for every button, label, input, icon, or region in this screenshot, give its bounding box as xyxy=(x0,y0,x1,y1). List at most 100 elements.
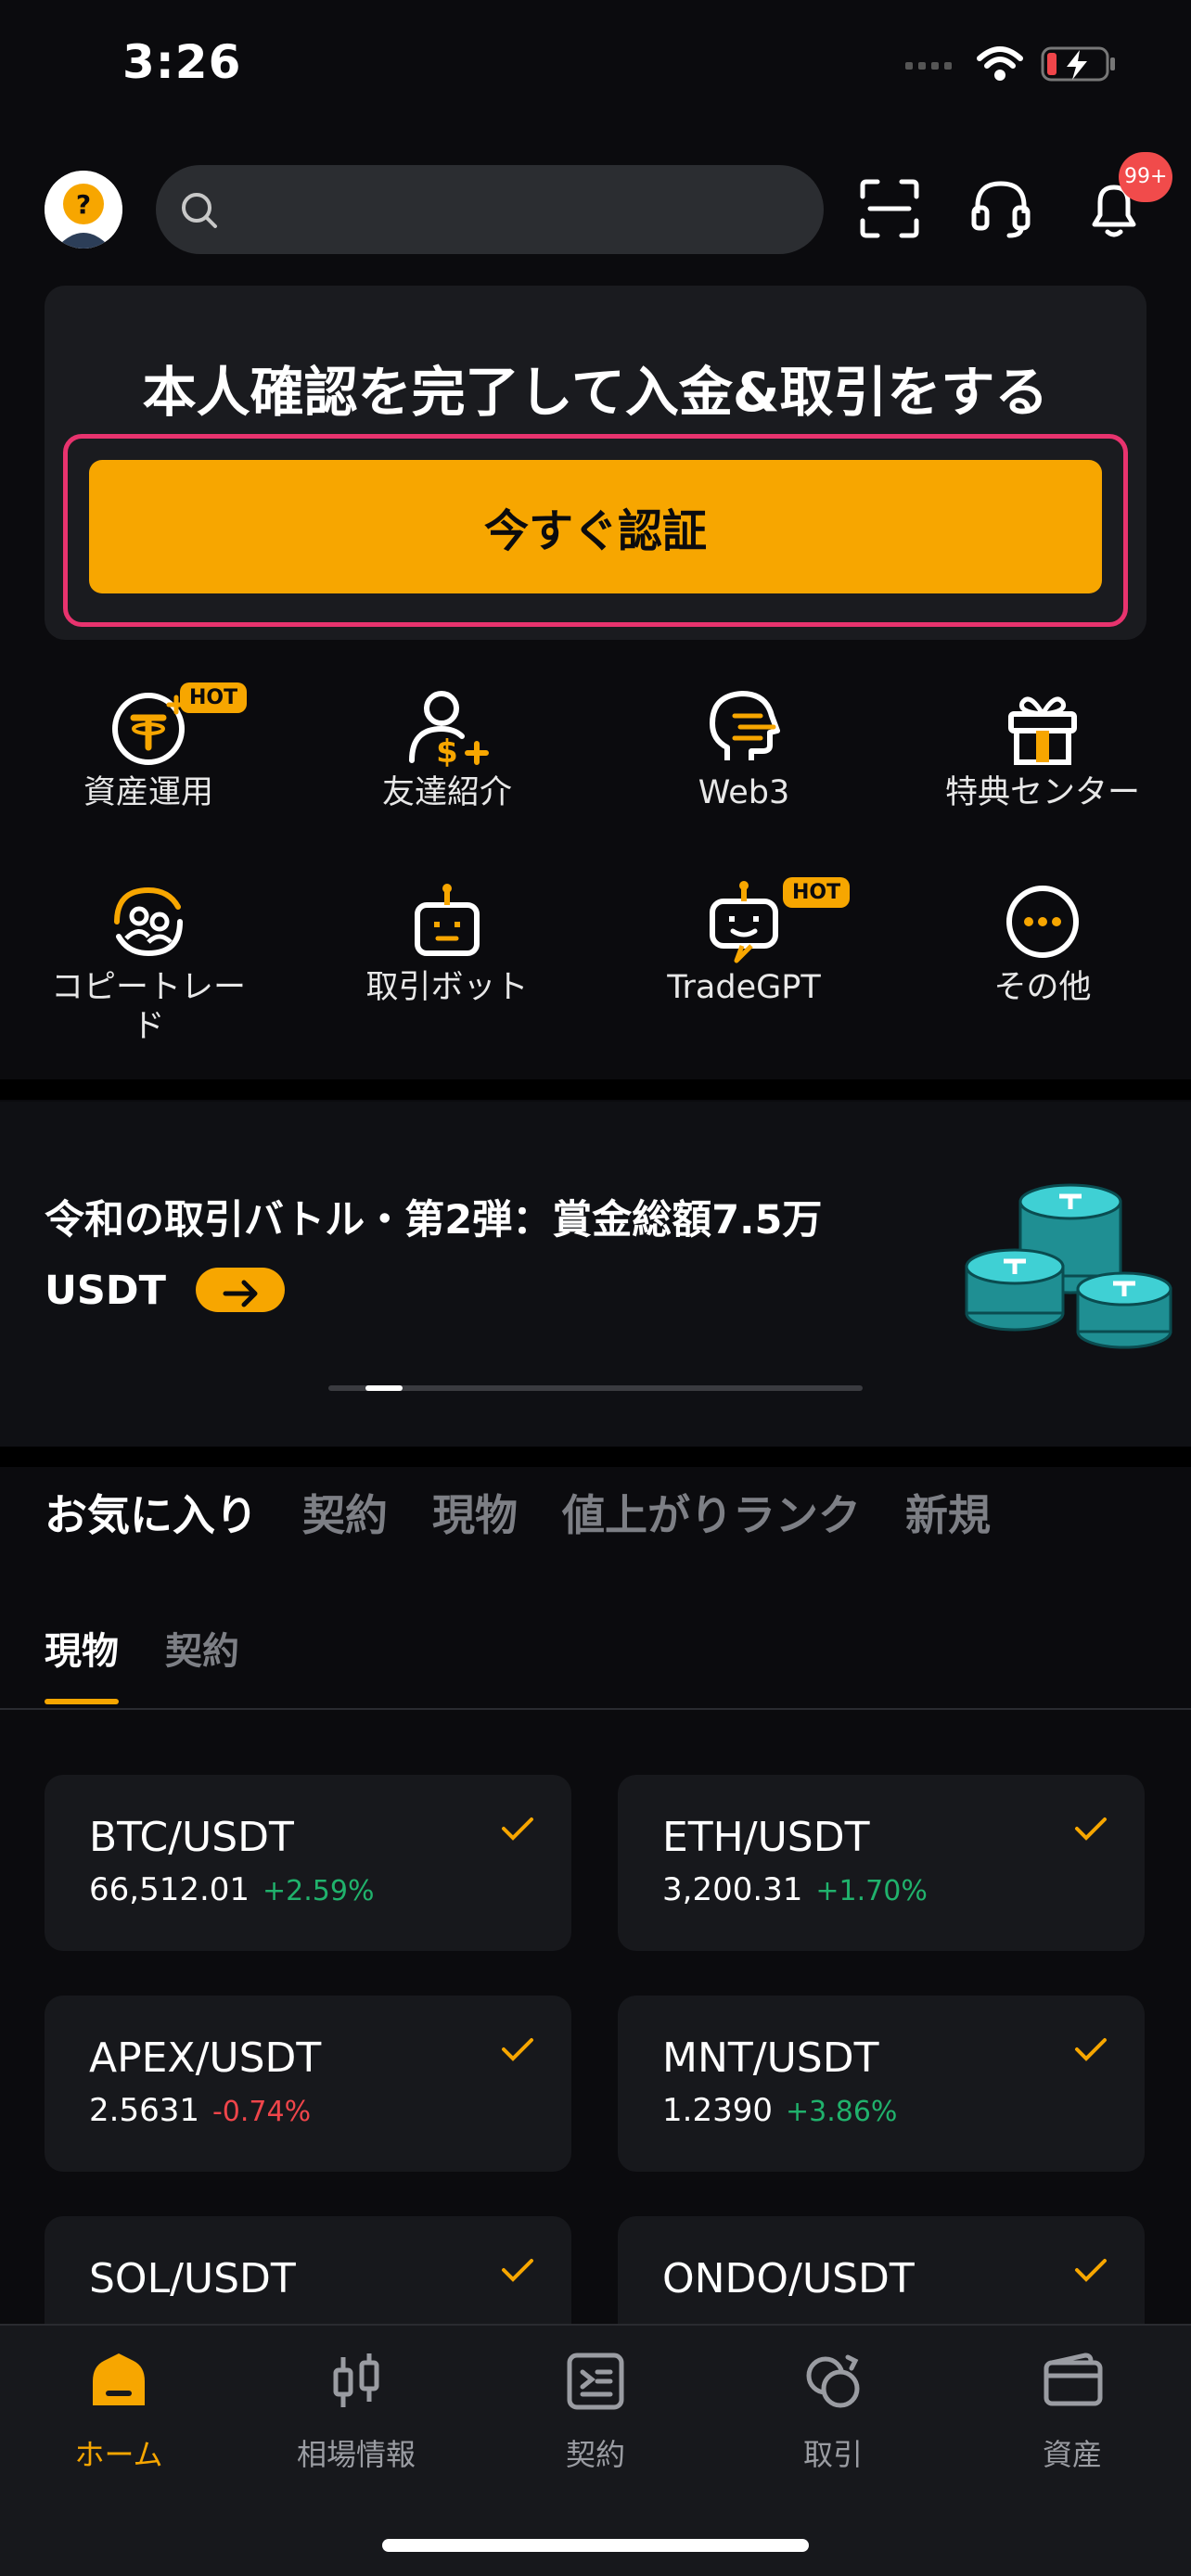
section-divider xyxy=(0,1079,1191,1100)
shortcut-label: 友達紹介 xyxy=(381,774,512,811)
home-indicator xyxy=(382,2539,809,2552)
pair-card[interactable]: BTC/USDT 66,512.01 +2.59% xyxy=(45,1775,571,1951)
pair-name: ETH/USDT xyxy=(662,1814,870,1861)
tab-spot[interactable]: 現物 xyxy=(432,1482,518,1543)
pair-change: +1.70% xyxy=(815,1875,928,1907)
banner-text: 令和の取引バトル・第2弾：賞金総額7.5万 USDT xyxy=(45,1185,879,1326)
cellular-signal-icon xyxy=(905,62,952,70)
hot-badge: HOT xyxy=(783,877,851,908)
wifi-icon xyxy=(977,46,1023,81)
banner-title-line1: 令和の取引バトル・第2弾：賞金総額7.5万 xyxy=(45,1197,823,1243)
gift-icon xyxy=(1008,696,1077,765)
shortcut-label: 特典センター xyxy=(944,774,1140,811)
verification-card: 本人確認を完了して入金&取引をする 今すぐ認証 xyxy=(45,286,1146,640)
checkmark-icon[interactable] xyxy=(1074,1816,1108,1842)
tradegpt-icon xyxy=(710,881,778,963)
svg-text:$: $ xyxy=(436,733,458,771)
referral-icon: $ xyxy=(409,691,489,771)
wallet-icon xyxy=(1044,2353,1103,2406)
candlestick-icon xyxy=(333,2353,379,2407)
pair-price: 2.5631 xyxy=(89,2092,199,2129)
pair-price: 66,512.01 xyxy=(89,1871,250,1908)
checkmark-icon[interactable] xyxy=(1074,2257,1108,2283)
status-indicators xyxy=(903,45,1117,83)
contract-icon xyxy=(567,2353,624,2410)
pair-price: 3,200.31 xyxy=(662,1871,803,1908)
status-bar: 3:26 xyxy=(0,0,1191,139)
banner-arrow-button[interactable] xyxy=(195,1267,285,1312)
shortcut-label: 資産運用 xyxy=(83,774,213,811)
pair-card[interactable]: MNT/USDT 1.2390 +3.86% xyxy=(618,1996,1145,2172)
nav-markets[interactable]: 相場情報 xyxy=(263,2348,449,2474)
nav-label: ホーム xyxy=(74,2437,163,2472)
section-divider xyxy=(0,1447,1191,1467)
scan-icon[interactable] xyxy=(857,176,922,241)
nav-label: 契約 xyxy=(565,2437,625,2472)
home-icon xyxy=(93,2353,145,2405)
tab-new-listings[interactable]: 新規 xyxy=(905,1482,991,1543)
pair-price-row: 2.5631 -0.74% xyxy=(89,2092,311,2129)
bot-icon xyxy=(415,884,480,956)
pair-name: SOL/USDT xyxy=(89,2255,296,2302)
banner-title-line2-text: USDT xyxy=(45,1268,166,1314)
pair-change: +3.86% xyxy=(785,2096,898,2128)
shortcut-label: その他 xyxy=(993,969,1092,1006)
verification-title: 本人確認を完了して入金&取引をする xyxy=(142,361,1049,424)
verify-now-button[interactable]: 今すぐ認証 xyxy=(89,460,1102,593)
shortcut-label: コピートレード xyxy=(50,969,246,1045)
arrow-right-icon xyxy=(223,1280,258,1307)
market-tabs: お気に入り 契約 現物 値上がりランク 新規 xyxy=(45,1482,1035,1543)
pair-name: BTC/USDT xyxy=(89,1814,294,1861)
avatar[interactable]: ? xyxy=(45,171,122,249)
nav-label: 資産 xyxy=(1042,2437,1102,2472)
status-time: 3:26 xyxy=(122,35,242,89)
pair-price-row: 1.2390 +3.86% xyxy=(662,2092,897,2129)
checkmark-icon[interactable] xyxy=(501,2257,534,2283)
customer-support-headset-icon[interactable] xyxy=(968,176,1033,241)
avatar-icon: ? xyxy=(45,171,122,249)
search-input[interactable] xyxy=(156,165,824,254)
shortcut-label: 取引ボット xyxy=(365,969,529,1006)
carousel-indicator-active xyxy=(365,1385,403,1391)
subtab-spot[interactable]: 現物 xyxy=(45,1621,119,1704)
tab-contracts[interactable]: 契約 xyxy=(302,1482,388,1543)
banner-title-line2: USDT xyxy=(45,1256,879,1326)
usdt-coins-illustration xyxy=(965,1183,1172,1349)
pair-change: -0.74% xyxy=(211,2096,312,2128)
pair-card[interactable]: ETH/USDT 3,200.31 +1.70% xyxy=(618,1775,1145,1951)
nav-label: 相場情報 xyxy=(296,2437,416,2472)
svg-text:?: ? xyxy=(76,189,91,220)
checkmark-icon[interactable] xyxy=(1074,2036,1108,2062)
more-icon xyxy=(1006,886,1079,958)
subtab-contracts[interactable]: 契約 xyxy=(165,1621,239,1704)
nav-home[interactable]: ホーム xyxy=(26,2348,211,2474)
tab-favorites[interactable]: お気に入り xyxy=(45,1482,258,1543)
pair-price-row: 66,512.01 +2.59% xyxy=(89,1871,375,1908)
hot-badge: HOT xyxy=(180,682,248,713)
battery-charging-icon xyxy=(1041,46,1115,82)
nav-trade[interactable]: 取引 xyxy=(740,2348,926,2474)
pair-price: 1.2390 xyxy=(662,2092,773,2129)
pair-name: APEX/USDT xyxy=(89,2034,322,2082)
shortcut-label: TradeGPT xyxy=(667,969,821,1006)
sub-tabs: 現物 契約 xyxy=(45,1621,286,1704)
notification-badge: 99+ xyxy=(1119,152,1173,202)
nav-assets[interactable]: 資産 xyxy=(980,2348,1165,2474)
nav-label: 取引 xyxy=(802,2437,863,2472)
subtabs-divider xyxy=(0,1708,1191,1710)
promo-banner[interactable]: 令和の取引バトル・第2弾：賞金総額7.5万 USDT xyxy=(0,1102,1191,1447)
checkmark-icon[interactable] xyxy=(501,2036,534,2062)
top-header: ? xyxy=(0,158,1191,260)
shortcut-label: Web3 xyxy=(698,774,790,811)
trade-icon xyxy=(806,2354,860,2408)
pair-price-row: 3,200.31 +1.70% xyxy=(662,1871,928,1908)
tab-top-gainers[interactable]: 値上がりランク xyxy=(562,1482,861,1543)
pair-name: ONDO/USDT xyxy=(662,2255,915,2302)
search-icon xyxy=(182,193,217,228)
pair-card[interactable]: APEX/USDT 2.5631 -0.74% xyxy=(45,1996,571,2172)
web3-head-icon xyxy=(710,691,780,760)
pair-name: MNT/USDT xyxy=(662,2034,879,2082)
checkmark-icon[interactable] xyxy=(501,1816,534,1842)
carousel-indicator xyxy=(328,1385,863,1391)
nav-contracts[interactable]: 契約 xyxy=(503,2348,688,2474)
